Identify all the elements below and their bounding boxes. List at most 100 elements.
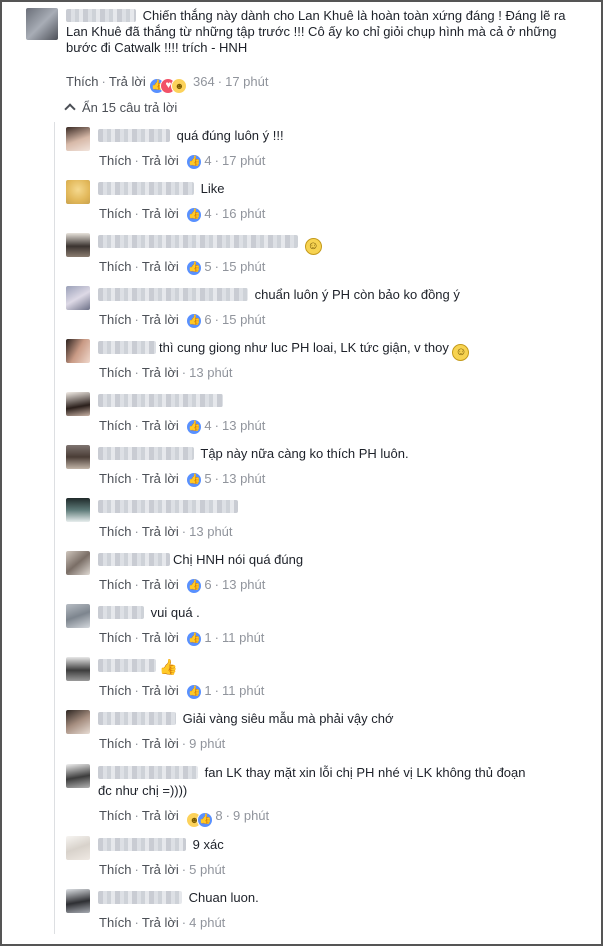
blurred-author-name[interactable] [98, 891, 182, 904]
blurred-author-name[interactable] [98, 766, 198, 779]
like-link[interactable]: Thích [99, 312, 132, 327]
timestamp[interactable]: 13 phút [222, 471, 265, 486]
reply-link[interactable]: Trả lời [142, 915, 179, 930]
reaction-count[interactable]: 1 [204, 630, 211, 645]
avatar[interactable] [66, 498, 90, 522]
reply-link[interactable]: Trả lời [142, 471, 179, 486]
timestamp[interactable]: 13 phút [222, 418, 265, 433]
reply-link[interactable]: Trả lời [142, 418, 179, 433]
blurred-author-name[interactable] [98, 394, 223, 407]
reply-link[interactable]: Trả lời [142, 312, 179, 327]
reply-link[interactable]: Trả lời [142, 808, 179, 823]
like-reaction-icon[interactable]: 👍 [186, 418, 203, 435]
reply-link[interactable]: Trả lời [142, 259, 179, 274]
timestamp[interactable]: 13 phút [222, 577, 265, 592]
timestamp[interactable]: 15 phút [222, 259, 265, 274]
like-link[interactable]: Thích [99, 365, 132, 380]
timestamp[interactable]: 11 phút [222, 683, 264, 698]
reply-link[interactable]: Trả lời [142, 365, 179, 380]
blurred-author-name[interactable] [98, 288, 248, 301]
blurred-author-name[interactable] [98, 341, 156, 354]
like-link[interactable]: Thích [99, 153, 132, 168]
like-link[interactable]: Thích [66, 74, 99, 89]
timestamp[interactable]: 11 phút [222, 630, 264, 645]
like-link[interactable]: Thích [99, 862, 132, 877]
avatar[interactable] [66, 836, 90, 860]
reply-link[interactable]: Trả lời [142, 736, 179, 751]
like-link[interactable]: Thích [99, 206, 132, 221]
avatar[interactable] [66, 180, 90, 204]
avatar[interactable] [66, 127, 90, 151]
reaction-icons[interactable]: 👍 ♥ ☻ [149, 77, 188, 94]
avatar[interactable] [66, 392, 90, 416]
like-link[interactable]: Thích [99, 736, 132, 751]
blurred-author-name[interactable] [98, 235, 298, 248]
avatar[interactable] [66, 339, 90, 363]
blurred-author-name[interactable] [98, 553, 170, 566]
reaction-icons[interactable]: ☻👍 [186, 811, 214, 828]
avatar[interactable] [66, 889, 90, 913]
like-link[interactable]: Thích [99, 630, 132, 645]
timestamp[interactable]: 17 phút [222, 153, 265, 168]
avatar[interactable] [66, 604, 90, 628]
avatar[interactable] [66, 286, 90, 310]
like-link[interactable]: Thích [99, 577, 132, 592]
blurred-author-name[interactable] [98, 659, 156, 672]
like-reaction-icon[interactable]: 👍 [186, 471, 203, 488]
timestamp[interactable]: 4 phút [189, 915, 225, 930]
reaction-count[interactable]: 6 [204, 577, 211, 592]
like-reaction-icon[interactable]: 👍 [186, 259, 203, 276]
reply-link[interactable]: Trả lời [109, 74, 146, 89]
like-link[interactable]: Thích [99, 471, 132, 486]
reaction-count[interactable]: 1 [204, 683, 211, 698]
avatar[interactable] [66, 233, 90, 257]
timestamp[interactable]: 17 phút [225, 74, 268, 89]
reply-link[interactable]: Trả lời [142, 577, 179, 592]
timestamp[interactable]: 9 phút [189, 736, 225, 751]
blurred-author-name[interactable] [98, 129, 170, 142]
reply-link[interactable]: Trả lời [142, 683, 179, 698]
like-link[interactable]: Thích [99, 418, 132, 433]
like-reaction-icon[interactable]: 👍 [186, 153, 203, 170]
avatar[interactable] [66, 445, 90, 469]
reply-link[interactable]: Trả lời [142, 524, 179, 539]
like-link[interactable]: Thích [99, 524, 132, 539]
reply-link[interactable]: Trả lời [142, 630, 179, 645]
like-reaction-icon[interactable]: 👍 [186, 683, 203, 700]
timestamp[interactable]: 16 phút [222, 206, 265, 221]
blurred-author-name[interactable] [98, 182, 194, 195]
like-reaction-icon[interactable]: 👍 [186, 630, 203, 647]
blurred-author-name[interactable] [66, 9, 136, 22]
reaction-count[interactable]: 4 [204, 418, 211, 433]
timestamp[interactable]: 15 phút [222, 312, 265, 327]
timestamp[interactable]: 13 phút [189, 524, 232, 539]
blurred-author-name[interactable] [98, 606, 144, 619]
blurred-author-name[interactable] [98, 447, 194, 460]
timestamp[interactable]: 13 phút [189, 365, 232, 380]
avatar[interactable] [66, 657, 90, 681]
reply-link[interactable]: Trả lời [142, 206, 179, 221]
like-reaction-icon[interactable]: 👍 [186, 206, 203, 223]
like-reaction-icon[interactable]: 👍 [186, 312, 203, 329]
reaction-count[interactable]: 4 [204, 153, 211, 168]
avatar[interactable] [66, 710, 90, 734]
blurred-author-name[interactable] [98, 712, 176, 725]
reaction-count[interactable]: 5 [204, 471, 211, 486]
reaction-count[interactable]: 364 [193, 74, 215, 89]
like-reaction-icon[interactable]: 👍 [186, 577, 203, 594]
hide-replies-button[interactable]: Ẩn 15 câu trả lời [64, 100, 177, 115]
avatar[interactable] [66, 551, 90, 575]
timestamp[interactable]: 5 phút [189, 862, 225, 877]
avatar[interactable] [66, 764, 90, 788]
reaction-count[interactable]: 5 [204, 259, 211, 274]
reply-link[interactable]: Trả lời [142, 862, 179, 877]
avatar[interactable] [26, 8, 58, 40]
blurred-author-name[interactable] [98, 500, 238, 513]
reaction-count[interactable]: 6 [204, 312, 211, 327]
like-link[interactable]: Thích [99, 683, 132, 698]
reaction-count[interactable]: 4 [204, 206, 211, 221]
blurred-author-name[interactable] [98, 838, 186, 851]
like-link[interactable]: Thích [99, 915, 132, 930]
timestamp[interactable]: 9 phút [233, 808, 269, 823]
reply-link[interactable]: Trả lời [142, 153, 179, 168]
